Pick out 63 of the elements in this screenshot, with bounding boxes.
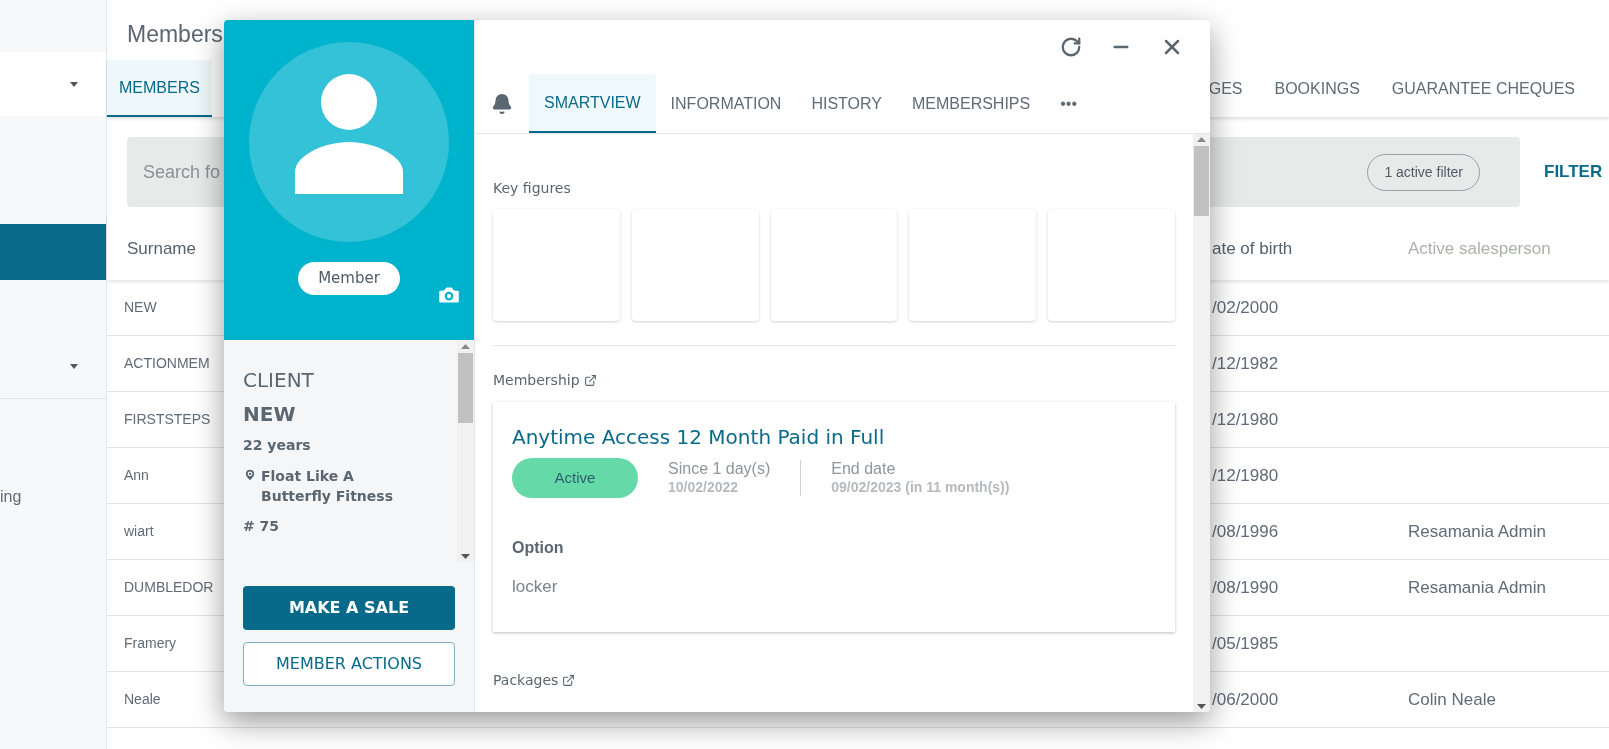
column-header[interactable]: ate of birth <box>1212 236 1408 262</box>
status-badge: Active <box>512 458 638 498</box>
tab[interactable]: BOOKINGS <box>1258 60 1376 117</box>
location-pin-icon <box>243 468 257 482</box>
table-cell-text: Neale <box>124 690 161 709</box>
table-cell-text: /08/1996 <box>1212 520 1279 543</box>
table-cell-text: Resamania Admin <box>1408 520 1546 543</box>
table-cell-text: /05/1985 <box>1212 632 1279 655</box>
member-age: 22 years <box>243 436 312 455</box>
table-cell-text: /06/2000 <box>1212 688 1279 711</box>
tab[interactable]: GUARANTEE CHEQUES <box>1375 60 1591 117</box>
page-title: Members <box>127 20 223 49</box>
action-button[interactable]: MEMBER ACTIONS <box>243 642 455 686</box>
member-location: Float Like A Butterfly Fitness <box>261 467 394 506</box>
tab[interactable]: GES <box>1192 60 1259 117</box>
table-cell-text: Colin Neale <box>1408 688 1496 711</box>
member-name: NEW <box>243 401 297 428</box>
bell-icon[interactable] <box>491 92 513 115</box>
member-number: # 75 <box>243 517 281 536</box>
table-cell-text: /12/1980 <box>1212 408 1279 431</box>
tab[interactable]: ••• <box>1045 74 1093 133</box>
option-value: locker <box>512 576 559 598</box>
table-cell-text: NEW <box>124 298 157 317</box>
option-label: Option <box>512 538 565 558</box>
table-cell-text: DUMBLEDOR <box>124 578 214 597</box>
member-badge: Member <box>298 262 400 295</box>
external-link-icon[interactable] <box>583 374 597 387</box>
section-title: Membership <box>493 371 580 390</box>
caret-icon <box>70 81 78 87</box>
scrollbar-thumb[interactable] <box>1194 146 1209 216</box>
section-title: Key figures <box>493 179 572 198</box>
avatar-icon <box>249 42 449 242</box>
scrollbar[interactable] <box>457 341 474 562</box>
table-cell-text: Ann <box>124 466 149 485</box>
table-cell-text: /12/1982 <box>1212 352 1279 375</box>
sidebar-item[interactable]: ing <box>0 469 106 525</box>
tab[interactable]: MEMBERSHIPS <box>896 74 1046 133</box>
scrollbar-thumb[interactable] <box>458 353 473 423</box>
refresh-icon[interactable] <box>1060 36 1082 58</box>
table-cell-text: /12/1980 <box>1212 464 1279 487</box>
end-date: 09/02/2023 (in 11 month(s)) <box>831 478 1010 496</box>
table-cell-text: wiart <box>124 522 154 541</box>
end-date-label: End date <box>831 460 897 478</box>
external-link-icon[interactable] <box>562 674 576 687</box>
table-cell-text: FIRSTSTEPS <box>124 410 211 429</box>
caret-icon <box>70 364 78 369</box>
tab[interactable]: SMARTVIEW <box>529 74 656 133</box>
tab[interactable]: INFORMATION <box>655 74 797 133</box>
table-cell-text: Framery <box>124 634 177 653</box>
table-cell-text: ACTIONMEM <box>124 354 210 373</box>
table-cell-text: /02/2000 <box>1212 296 1279 319</box>
table-cell-text: /08/1990 <box>1212 576 1279 599</box>
section-title: Packages <box>493 671 559 690</box>
action-button[interactable]: MAKE A SALE <box>243 586 455 630</box>
scrollbar[interactable] <box>1193 134 1210 712</box>
table-cell-text: Resamania Admin <box>1408 576 1546 599</box>
since-label: Since 1 day(s) <box>668 460 771 478</box>
tab[interactable]: MEMBERS <box>107 60 212 117</box>
member-type: CLIENT <box>243 367 315 394</box>
tab[interactable]: HISTORY <box>796 74 897 133</box>
since-date: 10/02/2022 <box>668 478 740 496</box>
filter-button[interactable]: FILTER <box>1544 159 1603 185</box>
membership-plan[interactable]: Anytime Access 12 Month Paid in Full <box>512 422 1156 452</box>
